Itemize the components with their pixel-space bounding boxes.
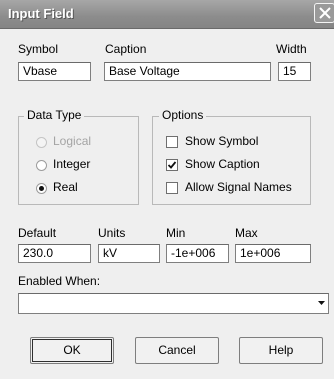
allow-signal-names-checkbox[interactable] bbox=[166, 182, 178, 194]
help-button[interactable]: Help bbox=[239, 337, 323, 364]
min-label: Min bbox=[166, 226, 186, 240]
allow-signal-names-label[interactable]: Allow Signal Names bbox=[185, 180, 292, 194]
close-icon bbox=[319, 7, 331, 19]
integer-label[interactable]: Integer bbox=[53, 157, 90, 171]
data-type-legend: Data Type bbox=[24, 108, 85, 122]
options-legend: Options bbox=[159, 108, 207, 122]
caption-label: Caption bbox=[105, 42, 147, 56]
input-field-dialog: Input Field Symbol Caption Width Vbase B… bbox=[0, 0, 334, 379]
enabled-when-select[interactable] bbox=[18, 293, 329, 314]
checkmark-icon bbox=[167, 161, 177, 169]
default-input[interactable]: 230.0 bbox=[18, 244, 91, 263]
units-label: Units bbox=[98, 226, 126, 240]
max-label: Max bbox=[235, 226, 258, 240]
symbol-input[interactable]: Vbase bbox=[18, 62, 91, 81]
width-label: Width bbox=[276, 42, 307, 56]
close-button[interactable] bbox=[314, 3, 334, 23]
real-radio[interactable] bbox=[36, 183, 47, 194]
show-caption-label[interactable]: Show Caption bbox=[185, 157, 260, 171]
show-symbol-label[interactable]: Show Symbol bbox=[185, 134, 258, 148]
title-bar[interactable]: Input Field bbox=[0, 0, 334, 29]
ok-button[interactable]: OK bbox=[30, 337, 114, 364]
logical-radio bbox=[36, 137, 47, 148]
default-label: Default bbox=[18, 226, 57, 240]
logical-label: Logical bbox=[53, 134, 92, 148]
units-input[interactable]: kV bbox=[98, 244, 160, 263]
caption-input[interactable]: Base Voltage bbox=[104, 62, 271, 81]
enabled-when-label: Enabled When: bbox=[18, 274, 101, 288]
min-input[interactable]: -1e+006 bbox=[166, 244, 229, 263]
window-title: Input Field bbox=[8, 6, 74, 21]
show-caption-checkbox[interactable] bbox=[166, 159, 178, 171]
integer-radio[interactable] bbox=[36, 160, 47, 171]
max-input[interactable]: 1e+006 bbox=[235, 244, 311, 263]
real-label[interactable]: Real bbox=[53, 180, 78, 194]
symbol-label: Symbol bbox=[18, 42, 59, 56]
width-input[interactable]: 15 bbox=[278, 62, 311, 81]
cancel-button[interactable]: Cancel bbox=[135, 337, 219, 364]
show-symbol-checkbox[interactable] bbox=[166, 136, 178, 148]
dropdown-arrow-icon[interactable] bbox=[318, 301, 325, 305]
